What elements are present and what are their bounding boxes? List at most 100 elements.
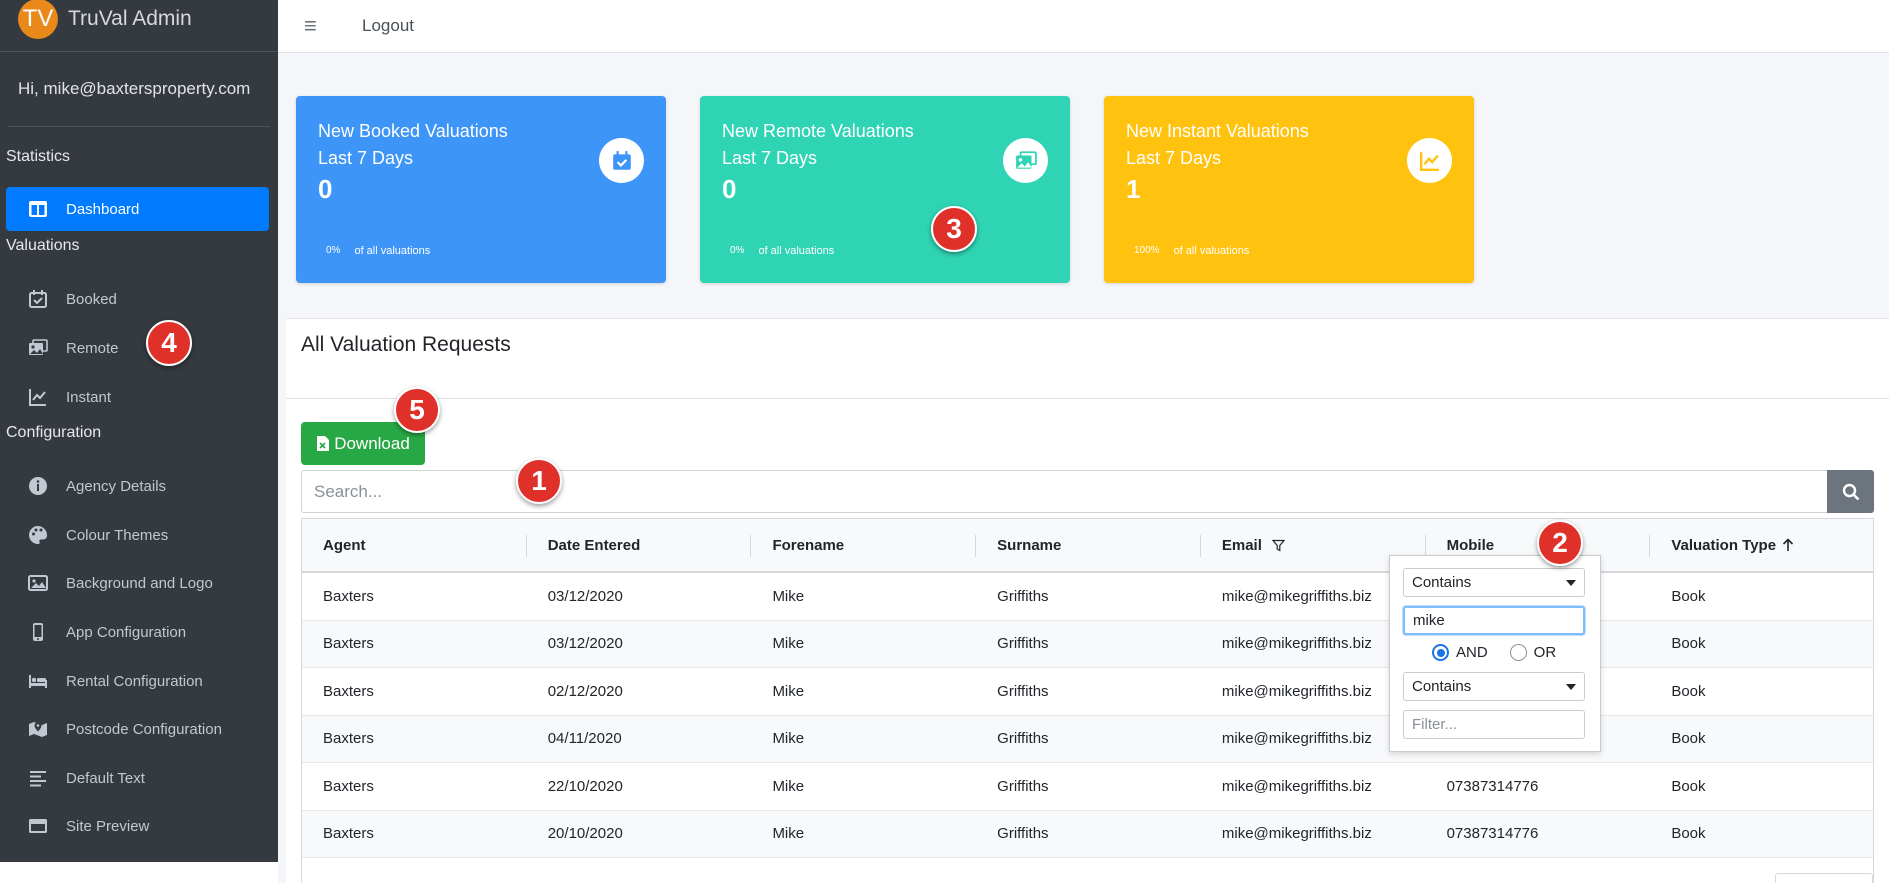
card-count: 0: [318, 174, 333, 204]
sort-ascending-icon[interactable]: [1782, 538, 1794, 552]
card-count: 1: [1126, 174, 1141, 204]
table-row[interactable]: Baxters 22/10/2020 Mike Griffiths mike@mikeg…: [302, 763, 1873, 811]
table-cell: Mike: [772, 730, 805, 748]
sidebar-item-dashboard[interactable]: Dashboard: [6, 187, 269, 231]
select-value: Contains: [1412, 678, 1472, 695]
column-label: Agent: [323, 536, 366, 554]
select-value: Contains: [1412, 574, 1472, 591]
table-row[interactable]: Baxters 04/11/2020 Mike Griffiths mike@mikeg…: [302, 715, 1873, 763]
annotation-badge-4: 4: [146, 320, 192, 366]
radio-or-label: OR: [1533, 644, 1557, 661]
sidebar-item-label: Background and Logo: [66, 574, 213, 592]
column-header-valuation-type[interactable]: Valuation Type: [1650, 519, 1873, 571]
table-header: Agent Date Entered Forename Surname Emai…: [302, 519, 1873, 573]
column-label: Surname: [997, 536, 1062, 554]
filter-value-input-2[interactable]: [1403, 710, 1585, 739]
table-row[interactable]: Baxters 02/12/2020 Mike Griffiths mike@mikeg…: [302, 668, 1873, 716]
column-header-forename[interactable]: Forename: [751, 519, 976, 571]
column-header-agent[interactable]: Agent: [302, 519, 527, 571]
card-percent: 0%: [730, 245, 745, 256]
table-cell: Griffiths: [997, 635, 1049, 653]
table-body: Baxters 03/12/2020 Mike Griffiths mike@mikeg…: [302, 573, 1873, 858]
stat-card-booked[interactable]: New Booked Valuations Last 7 Days 0 0% o…: [296, 96, 666, 283]
sidebar-item-label: Site Preview: [66, 817, 150, 835]
bed-icon: [28, 671, 48, 691]
sidebar-item-rental-configuration[interactable]: Rental Configuration: [6, 659, 269, 703]
table-row[interactable]: Baxters 20/10/2020 Mike Griffiths mike@mikeg…: [302, 810, 1873, 858]
card-title-line2: Last 7 Days: [722, 148, 818, 168]
sidebar-item-postcode-configuration[interactable]: Postcode Configuration: [6, 707, 269, 751]
logout-link[interactable]: Logout: [362, 16, 414, 36]
table-cell: 20/10/2020: [547, 825, 623, 843]
sidebar-item-site-preview[interactable]: Site Preview: [6, 804, 269, 848]
table-cell: mike@mikegriffiths.biz: [1221, 777, 1372, 795]
sidebar-item-colour-themes[interactable]: Colour Themes: [6, 513, 269, 557]
table-cell: mike@mikegriffiths.biz: [1221, 825, 1372, 843]
radio-and-label: AND: [1456, 644, 1488, 661]
sidebar-item-instant[interactable]: Instant: [6, 375, 269, 419]
window-icon: [28, 816, 48, 836]
card-percent: 0%: [326, 245, 341, 256]
brand[interactable]: TV TruVal Admin: [0, 0, 278, 52]
table-cell: Griffiths: [997, 587, 1049, 605]
annotation-badge-5: 5: [394, 387, 440, 433]
calendar-check-icon: [599, 138, 644, 183]
card-count: 0: [722, 174, 737, 204]
email-filter-popup: Contains AND OR Contains: [1389, 555, 1601, 752]
column-header-surname[interactable]: Surname: [976, 519, 1201, 571]
line-chart-icon: [28, 387, 48, 407]
filter-operator-select-2[interactable]: Contains: [1403, 672, 1585, 701]
sidebar-item-label: Remote: [66, 339, 119, 357]
radio-and[interactable]: [1432, 644, 1449, 661]
photo-images-icon: [1003, 138, 1048, 183]
table-cell: 04/11/2020: [547, 730, 622, 748]
photo-images-icon: [28, 338, 48, 358]
table-cell: Book: [1671, 825, 1706, 843]
table-cell: Mike: [772, 825, 805, 843]
card-title-line2: Last 7 Days: [1126, 148, 1222, 168]
sidebar-item-label: Booked: [66, 290, 117, 308]
hamburger-menu-icon[interactable]: ≡: [304, 13, 328, 39]
column-header-date-entered[interactable]: Date Entered: [527, 519, 752, 571]
sidebar-item-remote[interactable]: Remote: [6, 326, 269, 370]
dashboard-icon: [28, 199, 48, 219]
table-cell: 07387314776: [1446, 777, 1539, 795]
filter-operator-select-1[interactable]: Contains: [1403, 568, 1585, 597]
column-label: Email: [1221, 536, 1262, 554]
card-title: New Booked Valuations Last 7 Days: [318, 118, 508, 172]
table-cell: Griffiths: [997, 777, 1049, 795]
table-cell: Griffiths: [997, 730, 1049, 748]
table-row[interactable]: Baxters 03/12/2020 Mike Griffiths mike@mikeg…: [302, 620, 1873, 668]
card-title: New Remote Valuations Last 7 Days: [722, 118, 914, 172]
filter-icon[interactable]: [1271, 539, 1285, 552]
sidebar: TV TruVal Admin Hi, mike@baxtersproperty…: [0, 0, 278, 862]
pagination-stub: [1775, 873, 1873, 883]
card-footer: 100% of all valuations: [1126, 243, 1249, 258]
card-title-line2: Last 7 Days: [318, 148, 414, 168]
sidebar-item-agency-details[interactable]: Agency Details: [6, 464, 269, 508]
card-percent-label: of all valuations: [758, 244, 835, 257]
card-title-line1: New Instant Valuations: [1126, 121, 1309, 141]
sidebar-item-label: Dashboard: [66, 200, 140, 218]
sidebar-item-background-logo[interactable]: Background and Logo: [6, 561, 269, 605]
search-button[interactable]: [1827, 470, 1874, 513]
table-cell: Book: [1671, 777, 1706, 795]
card-percent: 100%: [1134, 245, 1160, 256]
filter-value-input-1[interactable]: [1403, 606, 1585, 635]
table-cell: Book: [1671, 682, 1706, 700]
stat-card-instant[interactable]: New Instant Valuations Last 7 Days 1 100…: [1104, 96, 1474, 283]
sidebar-item-booked[interactable]: Booked: [6, 277, 269, 321]
table-row[interactable]: Baxters 03/12/2020 Mike Griffiths mike@mikeg…: [302, 573, 1873, 621]
sidebar-item-app-configuration[interactable]: App Configuration: [6, 610, 269, 654]
table-cell: Book: [1671, 730, 1706, 748]
sidebar-item-default-text[interactable]: Default Text: [6, 756, 269, 800]
stat-card-remote[interactable]: New Remote Valuations Last 7 Days 0 0% o…: [700, 96, 1070, 283]
radio-or[interactable]: [1509, 644, 1527, 661]
annotation-badge-3: 3: [931, 206, 977, 252]
sidebar-item-label: App Configuration: [66, 623, 187, 641]
section-statistics: Statistics: [6, 148, 71, 165]
caret-down-icon: [1566, 684, 1576, 690]
sidebar-item-label: Postcode Configuration: [66, 720, 222, 738]
card-percent-label: of all valuations: [354, 244, 431, 257]
section-valuations: Valuations: [6, 237, 80, 254]
